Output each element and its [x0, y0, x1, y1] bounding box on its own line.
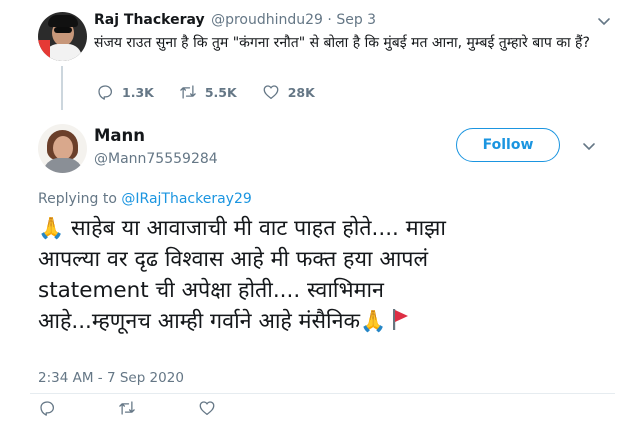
tweet-text-line-2: आपल्या वर दृढ विश्वास आहे मी फक्त हया आप… — [38, 247, 429, 272]
red-flag-emoji — [390, 307, 410, 331]
parent-header: Raj Thackeray @proudhindu29 · Sep 3 — [94, 10, 376, 30]
retweet-icon — [180, 85, 196, 99]
reply-icon — [98, 85, 113, 100]
folded-hands-emoji: 🙏 — [38, 216, 65, 240]
parent-reply-count: 1.3K — [122, 84, 154, 100]
tweet-timestamp[interactable]: 2:34 AM - 7 Sep 2020 — [38, 369, 184, 387]
main-handle[interactable]: @Mann75559284 — [94, 150, 218, 168]
main-more-button[interactable] — [581, 139, 597, 153]
heart-icon — [199, 401, 215, 416]
parent-retweet-count: 5.5K — [204, 84, 237, 100]
parent-actions: 1.3K 5.5K 28K — [96, 82, 315, 102]
parent-like-count: 28K — [287, 84, 315, 100]
replying-to-handle[interactable]: @IRajThackeray29 — [121, 191, 251, 207]
parent-tweet-text: संजय राउत सुना है कि तुम "कंगना रनौत" से… — [94, 35, 590, 51]
parent-handle[interactable]: @proudhindu29 — [211, 12, 323, 28]
divider — [30, 393, 615, 394]
follow-button[interactable]: Follow — [456, 128, 560, 162]
main-tweet-text: 🙏 साहेब या आवाजाची मी वाट पाहत होते.... … — [38, 213, 618, 337]
parent-date[interactable]: Sep 3 — [336, 12, 376, 28]
tweet-text-line-1: 🙏 साहेब या आवाजाची मी वाट पाहत होते.... … — [38, 216, 446, 241]
chevron-down-icon — [583, 143, 595, 151]
main-actions — [38, 398, 216, 418]
folded-hands-emoji: 🙏 — [360, 309, 387, 333]
parent-retweet-button[interactable]: 5.5K — [179, 83, 237, 101]
parent-more-button[interactable] — [596, 14, 612, 28]
main-avatar[interactable] — [38, 124, 87, 173]
parent-separator: · — [327, 12, 332, 28]
parent-reply-button[interactable]: 1.3K — [96, 83, 154, 101]
retweet-icon — [119, 401, 135, 415]
replying-to: Replying to @IRajThackeray29 — [38, 190, 252, 208]
tweet-text-line-4: आहे...म्हणूनच आम्ही गर्वाने आहे मंसैनिक🙏 — [38, 306, 618, 337]
replying-to-label: Replying to — [38, 191, 117, 207]
main-retweet-button[interactable] — [118, 399, 136, 417]
heart-icon — [263, 85, 279, 100]
chevron-down-icon — [598, 18, 610, 26]
main-like-button[interactable] — [198, 399, 216, 417]
parent-avatar[interactable] — [38, 12, 87, 61]
main-reply-button[interactable] — [38, 399, 56, 417]
tweet-text-line-3: statement ची अपेक्षा होती.... स्वाभिमान — [38, 278, 384, 303]
parent-like-button[interactable]: 28K — [262, 83, 315, 101]
reply-icon — [40, 401, 55, 416]
thread-line — [61, 66, 63, 110]
main-author-name[interactable]: Mann — [94, 126, 145, 146]
parent-author-name[interactable]: Raj Thackeray — [94, 12, 205, 28]
